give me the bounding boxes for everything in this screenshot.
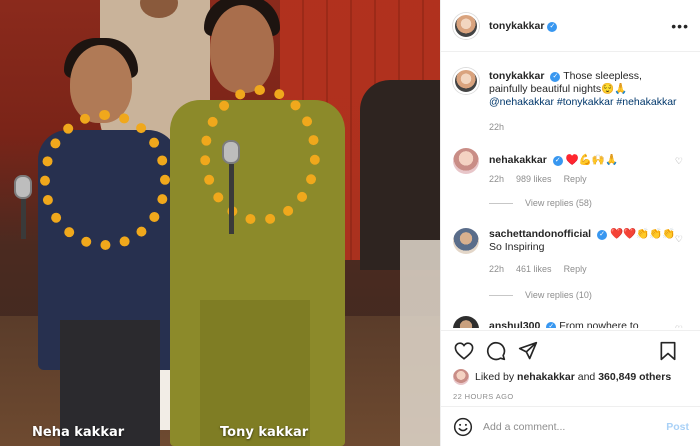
comment-likes[interactable]: 461 likes	[516, 264, 552, 274]
view-replies-line	[489, 294, 513, 296]
comment-body: sachettandonofficial ✓ ❤️❤️👏👏👏 So Inspiri…	[489, 228, 683, 254]
post-timestamp[interactable]: 22 HOURS AGO	[453, 392, 689, 401]
comment-bubble-icon[interactable]	[485, 340, 507, 362]
view-replies-line	[489, 202, 513, 204]
comment-meta: 22h 461 likes Reply	[489, 264, 587, 274]
action-icons	[453, 339, 689, 363]
like-heart-icon[interactable]	[453, 340, 475, 362]
share-paper-plane-icon[interactable]	[517, 340, 539, 362]
view-replies-button[interactable]: View replies (10)	[489, 290, 592, 300]
comment-username[interactable]: anshul300	[489, 320, 540, 328]
author-username[interactable]: tonykakkar	[489, 20, 544, 32]
comment-text: From nowhere to	[559, 320, 639, 328]
photo-microphone-left	[14, 175, 32, 199]
save-bookmark-icon[interactable]	[657, 340, 679, 362]
caption-hashtags[interactable]: #tonykakkar #nehakakkar	[557, 96, 677, 108]
comment-text: ♥️💪🙌🙏	[565, 154, 619, 166]
verified-badge-icon: ✓	[597, 230, 608, 240]
comment-body: anshul300 ✓ From nowhere to	[489, 320, 683, 328]
photo-microphone-stick-left	[21, 199, 26, 239]
photo-garland-right	[200, 85, 320, 225]
comment-like-heart-icon[interactable]: ♡	[675, 234, 683, 245]
comment-avatar[interactable]	[453, 228, 479, 254]
comment-likes[interactable]: 989 likes	[516, 174, 552, 184]
comment-item: anshul300 ✓ From nowhere to ♡	[453, 316, 689, 328]
post-photo[interactable]: Neha kakkar Tony kakkar	[0, 0, 440, 446]
photo-caption-left: Neha kakkar	[32, 425, 125, 440]
caption-username[interactable]: tonykakkar	[489, 70, 544, 82]
caption-author-avatar[interactable]	[453, 68, 479, 94]
post-side-panel: tonykakkar ✓ ••• tonykakkar ✓ Those sleepl…	[440, 0, 700, 446]
photo-caption-right: Tony kakkar	[220, 425, 309, 440]
liked-by-count[interactable]: 360,849 others	[598, 371, 671, 383]
view-replies-label: View replies (10)	[525, 290, 592, 300]
comment-body: nehakakkar ✓ ♥️💪🙌🙏	[489, 154, 683, 167]
add-comment-input[interactable]	[483, 420, 667, 433]
liker-avatar[interactable]	[453, 369, 469, 385]
comment-like-heart-icon[interactable]: ♡	[675, 324, 683, 328]
photo-microphone-right	[222, 140, 240, 164]
comment-avatar[interactable]	[453, 316, 479, 328]
caption-mention[interactable]: @nehakakkar	[489, 96, 554, 108]
comment-avatar[interactable]	[453, 148, 479, 174]
caption-body: tonykakkar ✓ Those sleepless, painfully b…	[489, 70, 683, 109]
view-replies-label: View replies (58)	[525, 198, 592, 208]
comment-username[interactable]: nehakakkar	[489, 154, 547, 166]
comment-meta: 22h 989 likes Reply	[489, 174, 587, 184]
comment-item: sachettandonofficial ✓ ❤️❤️👏👏👏 So Inspiri…	[453, 228, 689, 304]
liked-by-prefix: Liked by	[475, 371, 515, 383]
comment-age: 22h	[489, 264, 505, 274]
photo-garland-left	[40, 110, 170, 250]
comment-item: nehakakkar ✓ ♥️💪🙌🙏 ♡ 22h 989 likes Reply …	[453, 148, 689, 218]
verified-badge-icon: ✓	[546, 322, 557, 328]
post-actions: Liked by nehakakkar and 360,849 others 2…	[441, 330, 700, 401]
verified-badge-icon: ✓	[550, 72, 561, 82]
comment-reply-button[interactable]: Reply	[564, 264, 587, 274]
add-comment-bar: Post	[441, 406, 700, 446]
post-header: tonykakkar ✓ •••	[441, 0, 700, 52]
comment-age: 22h	[489, 174, 505, 184]
verified-badge-icon: ✓	[547, 21, 558, 32]
verified-badge-icon: ✓	[552, 156, 563, 166]
author-name-wrap: tonykakkar ✓	[489, 20, 558, 32]
comment-reply-button[interactable]: Reply	[564, 174, 587, 184]
view-replies-button[interactable]: View replies (58)	[489, 198, 592, 208]
comment-username[interactable]: sachettandonofficial	[489, 228, 591, 240]
more-options-icon[interactable]: •••	[671, 18, 689, 34]
caption-meta: 22h	[489, 122, 504, 132]
comment-like-heart-icon[interactable]: ♡	[675, 156, 683, 167]
photo-kid2-face	[210, 5, 274, 93]
liked-by-and: and	[577, 371, 596, 383]
post-caption: tonykakkar ✓ Those sleepless, painfully b…	[453, 68, 689, 132]
likes-summary: Liked by nehakakkar and 360,849 others	[453, 369, 689, 385]
emoji-smiley-icon[interactable]	[453, 417, 473, 437]
photo-pillar	[400, 240, 440, 446]
post-comment-button[interactable]: Post	[666, 421, 689, 433]
author-avatar[interactable]	[453, 12, 479, 39]
comments-list[interactable]: tonykakkar ✓ Those sleepless, painfully b…	[441, 52, 700, 328]
photo-microphone-stick-right	[229, 164, 234, 234]
liked-by-user[interactable]: nehakakkar	[517, 371, 575, 383]
caption-age: 22h	[489, 122, 505, 132]
